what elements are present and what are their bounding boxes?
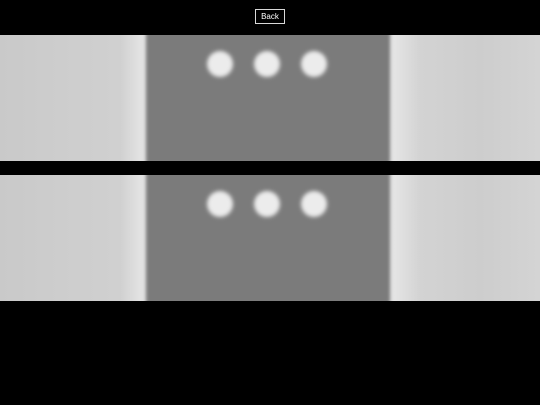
dot-icon [301,51,327,77]
dot-icon [301,191,327,217]
back-button[interactable]: Back [255,9,285,24]
image-panel-2 [0,175,540,301]
screen: Back [0,0,540,405]
dot-icon [207,191,233,217]
dot-icon [254,51,280,77]
dot-icon [254,191,280,217]
typing-indicator-icon [146,35,390,161]
image-panel-1 [0,35,540,161]
dot-icon [207,51,233,77]
typing-indicator-icon [146,175,390,301]
